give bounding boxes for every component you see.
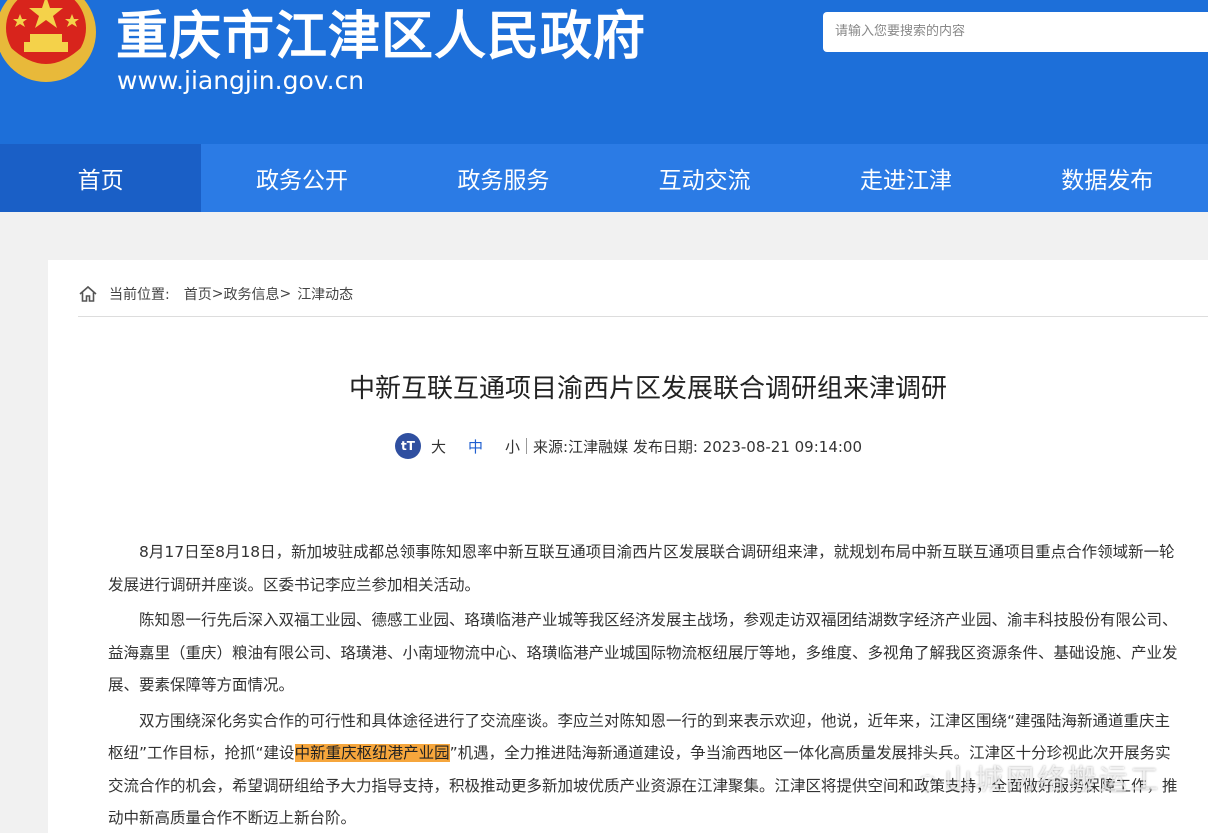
article-paragraph: 8月17日至8月18日，新加坡驻成都总领事陈知恩率中新互联互通项目渝西片区发展联… bbox=[108, 543, 1175, 594]
breadcrumb-divider bbox=[78, 316, 1208, 317]
watermark: ◌ 山城网络搬运工 bbox=[918, 758, 1161, 798]
nav-item-data-release[interactable]: 数据发布 bbox=[1007, 144, 1208, 212]
main-nav: 首页 政务公开 政务服务 互动交流 走进江津 数据发布 bbox=[0, 144, 1208, 212]
breadcrumb: 当前位置: 首页 > 政务信息 > 江津动态 bbox=[78, 284, 353, 304]
home-icon bbox=[79, 285, 97, 302]
wechat-icon: ◌ bbox=[918, 770, 941, 795]
search-box[interactable] bbox=[823, 12, 1208, 52]
national-emblem-icon bbox=[0, 0, 96, 82]
nav-item-home[interactable]: 首页 bbox=[0, 144, 202, 212]
article-title: 中新互联互通项目渝西片区发展联合调研组来津调研 bbox=[348, 374, 947, 404]
article-paragraph: 陈知恩一行先后深入双福工业园、德感工业园、珞璜临港产业城等我区经济发展主战场，参… bbox=[108, 611, 1178, 694]
article-source-date: 来源:江津融媒 发布日期: 2023-08-21 09:14:00 bbox=[533, 437, 863, 456]
watermark-text: 山城网络搬运工 bbox=[944, 763, 1162, 796]
nav-item-government-services[interactable]: 政务服务 bbox=[403, 144, 604, 212]
font-size-icon: tT bbox=[395, 433, 421, 459]
font-size-large-button[interactable]: 大 bbox=[431, 436, 446, 457]
breadcrumb-home-link[interactable]: 首页 bbox=[184, 284, 212, 304]
nav-item-about-jiangjin[interactable]: 走进江津 bbox=[805, 144, 1006, 212]
site-header: 重庆市江津区人民政府 www.jiangjin.gov.cn bbox=[0, 0, 1208, 144]
nav-item-government-affairs[interactable]: 政务公开 bbox=[201, 144, 402, 212]
article-panel: 当前位置: 首页 > 政务信息 > 江津动态 中新互联互通项目渝西片区发展联合调… bbox=[48, 260, 1208, 833]
search-input[interactable] bbox=[835, 24, 1208, 39]
font-size-medium-button[interactable]: 中 bbox=[468, 436, 483, 457]
breadcrumb-separator: > bbox=[279, 286, 292, 302]
site-url: www.jiangjin.gov.cn bbox=[117, 66, 365, 95]
article-meta: tT 大 中 小 来源:江津融媒 发布日期: 2023-08-21 09:14:… bbox=[395, 433, 862, 459]
breadcrumb-prefix: 当前位置: bbox=[109, 287, 170, 303]
breadcrumb-separator: > bbox=[211, 286, 224, 302]
highlighted-text: 中新重庆枢纽港产业园 bbox=[294, 744, 450, 762]
font-size-small-button[interactable]: 小 bbox=[505, 436, 520, 457]
breadcrumb-jiangjin-news-link[interactable]: 江津动态 bbox=[297, 284, 353, 304]
meta-divider bbox=[526, 438, 528, 454]
nav-item-interaction[interactable]: 互动交流 bbox=[604, 144, 805, 212]
site-title: 重庆市江津区人民政府 bbox=[116, 7, 647, 67]
breadcrumb-gov-info-link[interactable]: 政务信息 bbox=[223, 284, 279, 304]
